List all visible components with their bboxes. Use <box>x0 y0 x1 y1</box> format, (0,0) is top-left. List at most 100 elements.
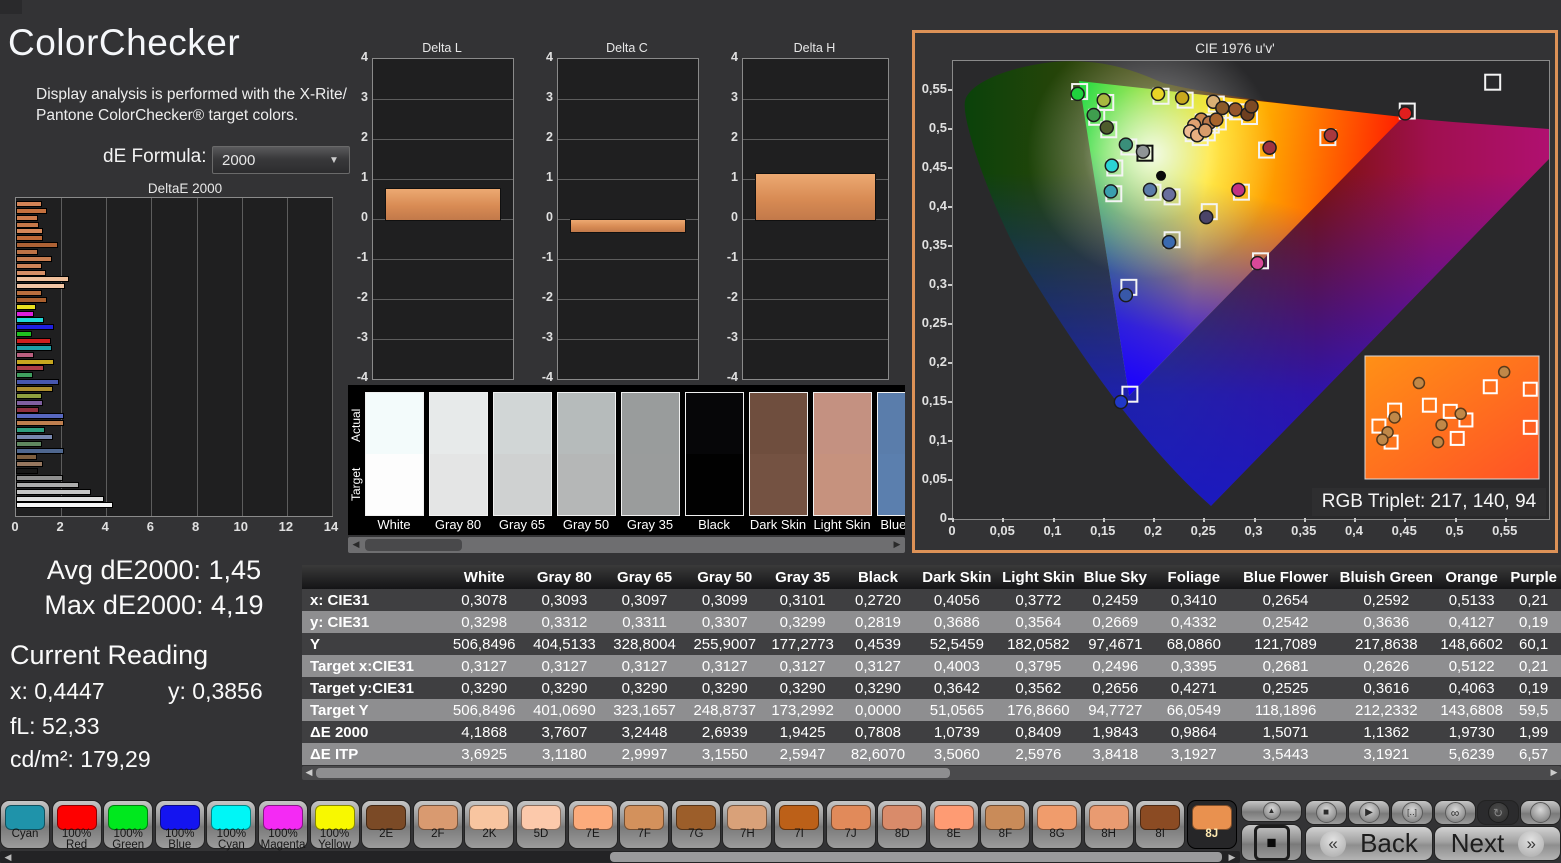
patch-color <box>108 805 149 830</box>
axis-tick-label: 4 <box>101 519 109 534</box>
patch-button-label: 8E <box>946 828 961 840</box>
de-bar <box>16 338 51 344</box>
color-patch-button[interactable]: 7I <box>774 800 824 849</box>
scroll-left-icon[interactable]: ◀ <box>303 767 315 778</box>
row-label: Target x:CIE31 <box>302 655 445 677</box>
color-patch-button[interactable]: 8E <box>928 800 979 849</box>
patch-color <box>985 805 1026 830</box>
back-button[interactable]: « Back <box>1305 826 1433 861</box>
color-patch-button[interactable]: 7F <box>619 800 670 849</box>
color-patch-button[interactable]: 100% Red <box>51 800 102 851</box>
colorchecker-app: ColorChecker Display analysis is perform… <box>0 0 1561 863</box>
patch-label: Gray 65 <box>498 517 546 532</box>
table-cell: 1,99 <box>1506 721 1561 743</box>
list-up-button[interactable]: ▲ <box>1241 800 1302 822</box>
scroll-left-icon[interactable]: ◀ <box>2 852 14 863</box>
color-patch-button[interactable]: 100% Yellow <box>309 800 360 850</box>
color-patch-button[interactable]: 8J <box>1186 800 1237 849</box>
de-bar <box>16 385 53 392</box>
de-bar <box>16 461 43 468</box>
color-patch-button[interactable]: Cyan <box>0 800 50 849</box>
next-button[interactable]: Next » <box>1434 826 1561 861</box>
color-patch-button[interactable]: 7G <box>670 800 721 849</box>
table-cell: 0,3395 <box>1152 655 1236 677</box>
de-formula-label: dE Formula: <box>103 146 207 167</box>
color-patch-button[interactable]: 2E <box>361 800 412 849</box>
de-bar <box>16 481 79 488</box>
actual-color <box>494 393 551 454</box>
de-bar <box>16 331 32 338</box>
table-cell: 0,2656 <box>1078 677 1153 699</box>
color-patch-button[interactable]: 8I <box>1135 800 1186 849</box>
play-button[interactable]: ▶ <box>1348 800 1390 825</box>
color-patch-button[interactable]: 8D <box>877 800 928 849</box>
axis-tick-label: 1 <box>731 170 738 184</box>
scrollbar-thumb[interactable] <box>316 768 950 778</box>
tick-mark <box>1102 518 1105 522</box>
color-patch-button[interactable]: 2K <box>464 800 515 849</box>
scrollbar-thumb[interactable] <box>365 539 462 551</box>
column-header: Blue Flower <box>1235 565 1336 589</box>
axis-tick-label: 2 <box>546 130 553 144</box>
table-cell: 6,57 <box>1506 743 1561 765</box>
scrollbar-thumb[interactable] <box>610 852 1222 862</box>
inset-measured-point <box>1454 407 1467 421</box>
play-icon: ▶ <box>1358 802 1380 823</box>
color-patch-button[interactable]: 100% Green <box>103 800 154 850</box>
axis-tick-label: 14 <box>323 519 339 534</box>
scroll-right-icon[interactable]: ▶ <box>1226 852 1238 863</box>
blank-button[interactable] <box>1520 800 1561 825</box>
axis-tick-label: -1 <box>541 250 553 264</box>
color-patch-button[interactable]: 8F <box>980 800 1031 849</box>
color-patch-button[interactable]: 100% Blue <box>154 800 205 850</box>
scroll-right-icon[interactable]: ▶ <box>891 539 903 550</box>
patch-color <box>933 805 974 830</box>
axis-tick-label: 4 <box>361 50 368 64</box>
blank-icon <box>1530 802 1551 823</box>
table-cell: 182,0582 <box>998 633 1079 655</box>
gridline <box>196 198 198 516</box>
table-cell: 52,5459 <box>915 633 999 655</box>
axis-tick-label: 3 <box>546 90 553 104</box>
table-cell: 0,3290 <box>604 677 685 699</box>
color-patch-button[interactable]: 7H <box>722 800 773 849</box>
measured-point <box>1161 187 1177 202</box>
column-header: Gray 80 <box>524 565 605 589</box>
toolbar-scrollbar[interactable]: ◀ ▶ <box>0 851 1240 863</box>
de-formula-dropdown[interactable]: 2000 ▼ <box>212 146 350 174</box>
patch-swatch <box>365 392 424 516</box>
patch-window-button[interactable]: ■ <box>1241 824 1302 861</box>
table-cell: 5,6239 <box>1436 743 1507 765</box>
refresh-button[interactable]: ↻ <box>1477 800 1519 825</box>
delta-bar <box>385 187 501 221</box>
chevron-right-icon: » <box>1518 830 1545 857</box>
gridline <box>558 339 698 340</box>
color-patch-button[interactable]: 8H <box>1083 800 1134 849</box>
table-cell: 1,9730 <box>1436 721 1507 743</box>
stop-button[interactable]: ■ <box>1305 800 1347 825</box>
patch-swatch <box>557 392 616 516</box>
table-cell: 3,6925 <box>444 743 525 765</box>
patch-color <box>314 805 355 830</box>
color-patch-button[interactable]: 8G <box>1032 800 1082 849</box>
color-patch-button[interactable]: 7E <box>567 800 618 849</box>
table-cell: 212,2332 <box>1335 699 1437 721</box>
loop-button[interactable]: ∞ <box>1434 800 1476 825</box>
row-label: Target Y <box>302 699 445 721</box>
color-patch-button[interactable]: 2F <box>412 800 463 849</box>
frame-step-button[interactable]: [‥] <box>1391 800 1433 825</box>
color-patch-button[interactable]: 100% Magenta <box>258 800 308 850</box>
patch-strip-scrollbar[interactable]: ◀ ▶ <box>348 537 905 553</box>
page-subtitle: Display analysis is performed with the X… <box>36 84 347 126</box>
axis-tick-label: 0,1 <box>928 432 947 447</box>
scroll-right-icon[interactable]: ▶ <box>1548 767 1560 778</box>
table-scrollbar[interactable]: ◀ ▶ <box>302 766 1561 780</box>
tick-mark <box>952 518 954 522</box>
color-patch-button[interactable]: 5D <box>516 800 566 849</box>
inset-measured-point <box>1435 418 1448 432</box>
scroll-left-icon[interactable]: ◀ <box>350 539 362 550</box>
patch-button-label: 100% Red <box>61 828 92 851</box>
color-patch-button[interactable]: 7J <box>825 800 876 849</box>
table-cell: 2,5976 <box>998 743 1079 765</box>
color-patch-button[interactable]: 100% Cyan <box>206 800 257 850</box>
